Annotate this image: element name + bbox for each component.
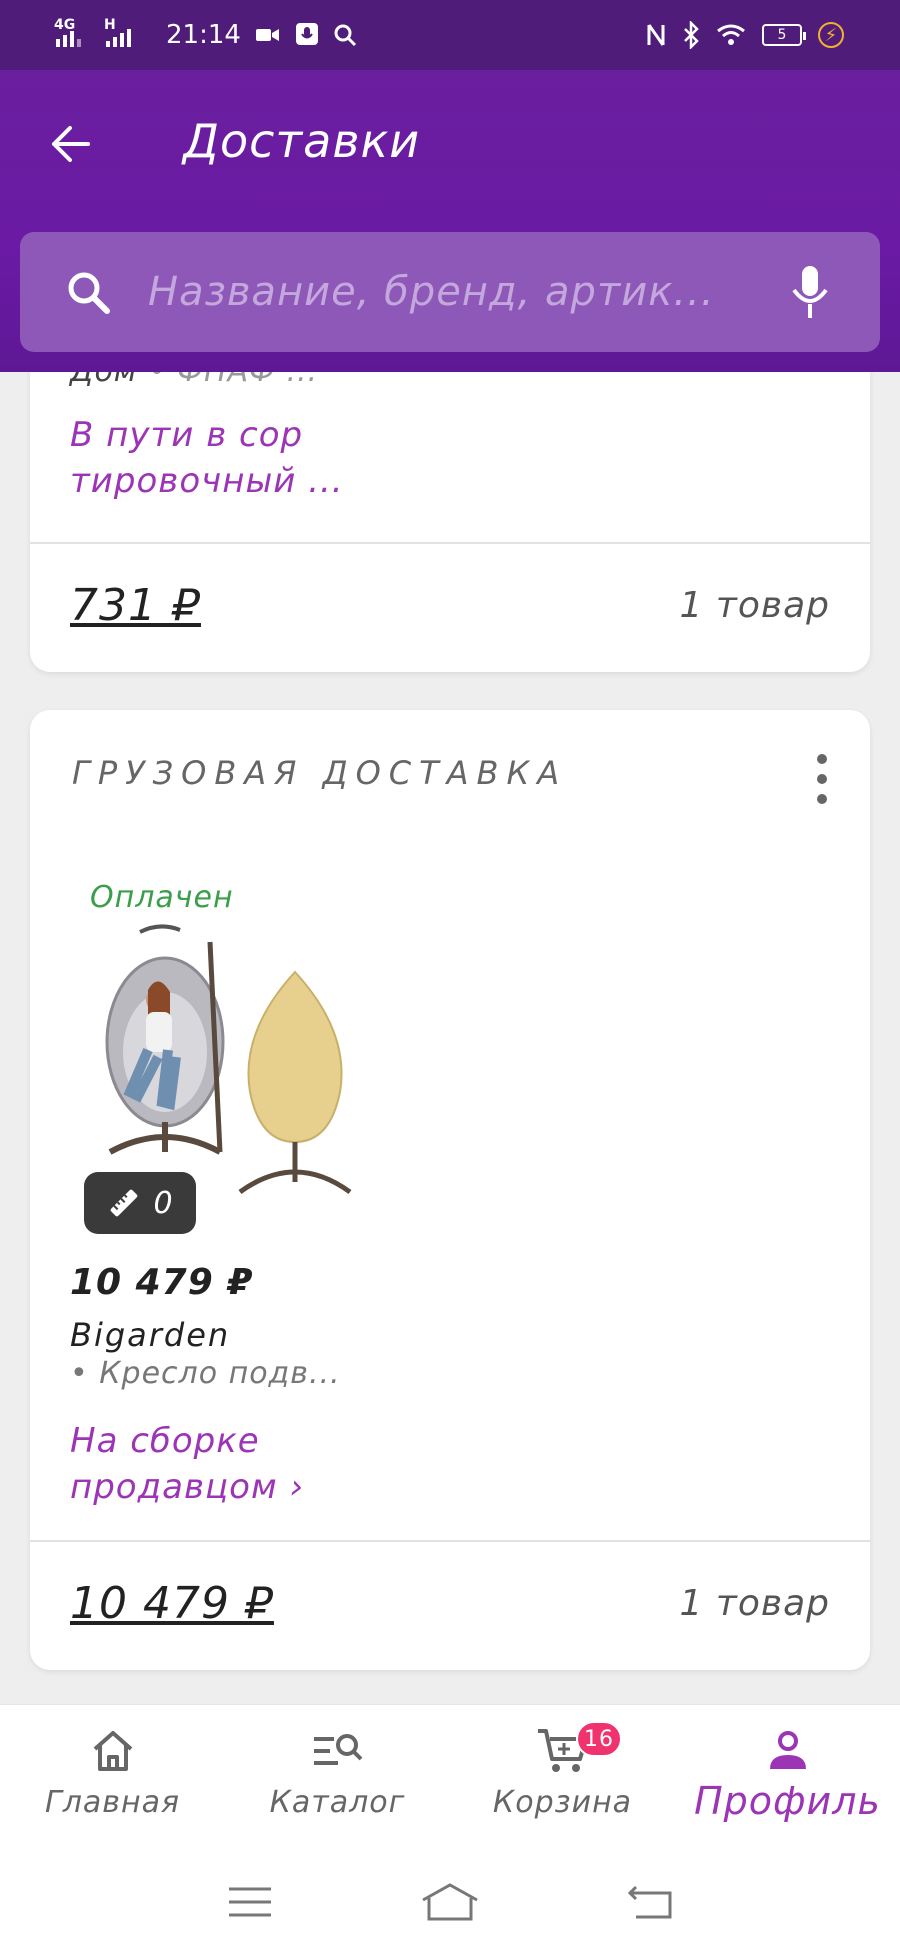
charging-icon: ⚡ bbox=[818, 22, 844, 48]
delivery-status-link[interactable]: В пути в сор тировочный ... bbox=[70, 412, 344, 504]
section-title: ГРУЗОВАЯ ДОСТАВКА bbox=[72, 754, 568, 792]
deliveries-list: Дом • ФНАФ ... В пути в сор тировочный .… bbox=[0, 372, 900, 1704]
home-system-button[interactable] bbox=[410, 1872, 490, 1932]
catalog-search-icon bbox=[313, 1734, 362, 1765]
back-button[interactable] bbox=[40, 114, 100, 174]
nav-cart[interactable]: 16 Корзина bbox=[450, 1705, 675, 1854]
app-bar: Доставки Название, бренд, артик... bbox=[0, 70, 900, 372]
video-camera-icon bbox=[255, 29, 279, 41]
microphone-icon bbox=[792, 266, 828, 318]
clock: 21:14 bbox=[166, 20, 241, 50]
more-vert-icon bbox=[817, 754, 827, 764]
divider bbox=[30, 1540, 870, 1542]
ruler-icon bbox=[111, 1189, 138, 1217]
signal-icon-2: H bbox=[104, 17, 140, 47]
back-icon bbox=[627, 1885, 672, 1919]
search-icon bbox=[68, 272, 110, 314]
menu-button[interactable] bbox=[210, 1872, 290, 1932]
nav-catalog[interactable]: Каталог bbox=[225, 1705, 450, 1854]
bottom-navigation: Главная Каталог 16 Корзина Профиль bbox=[0, 1704, 900, 1854]
microphone-notification-icon bbox=[295, 23, 318, 45]
delivery-meta: Дом • ФНАФ ... bbox=[70, 372, 318, 389]
cart-badge: 16 bbox=[576, 1721, 622, 1757]
product-name: • Кресло подв... bbox=[70, 1356, 341, 1391]
product-brand: Bigarden bbox=[70, 1316, 231, 1354]
product-image[interactable]: Оплачен 0 bbox=[70, 852, 370, 1248]
battery-icon: 5 bbox=[762, 24, 806, 46]
item-count: 1 товар bbox=[679, 585, 830, 626]
profile-icon bbox=[769, 1731, 806, 1769]
product-price: 10 479 ₽ bbox=[70, 1262, 254, 1303]
total-price[interactable]: 731 ₽ bbox=[70, 580, 201, 631]
nav-home[interactable]: Главная bbox=[0, 1705, 225, 1854]
screen: 4G H 21:14 5 ⚡ Доставки Название, бренд,… bbox=[0, 0, 900, 1950]
search-notification-icon bbox=[334, 24, 356, 47]
divider bbox=[30, 542, 870, 544]
home-icon bbox=[93, 1731, 132, 1771]
item-count: 1 товар bbox=[679, 1583, 830, 1624]
nfc-icon bbox=[647, 24, 665, 46]
signal-icon: 4G bbox=[54, 17, 82, 47]
total-row: 731 ₽ 1 товар bbox=[70, 580, 830, 631]
nav-profile[interactable]: Профиль bbox=[675, 1705, 900, 1854]
total-row: 10 479 ₽ 1 товар bbox=[70, 1578, 830, 1629]
delivery-card[interactable]: Дом • ФНАФ ... В пути в сор тировочный .… bbox=[30, 372, 870, 672]
delivery-card-freight: ГРУЗОВАЯ ДОСТАВКА Оплачен 0 10 479 ₽ Big… bbox=[30, 710, 870, 1670]
voice-search-button[interactable] bbox=[780, 264, 840, 320]
bluetooth-icon bbox=[684, 21, 699, 49]
menu-icon bbox=[229, 1887, 271, 1917]
page-title: Доставки bbox=[183, 114, 421, 168]
total-price[interactable]: 10 479 ₽ bbox=[70, 1578, 274, 1629]
system-navigation-bar bbox=[0, 1854, 900, 1950]
home-outline-icon bbox=[422, 1883, 478, 1921]
search-bar[interactable]: Название, бренд, артик... bbox=[20, 232, 880, 352]
status-bar: 4G H 21:14 5 ⚡ bbox=[0, 0, 900, 70]
back-system-button[interactable] bbox=[610, 1872, 690, 1932]
size-chip[interactable]: 0 bbox=[84, 1172, 196, 1234]
wifi-icon bbox=[717, 24, 745, 45]
delivery-status-link[interactable]: На сборке продавцом › bbox=[70, 1418, 304, 1510]
search-input[interactable]: Название, бренд, артик... bbox=[148, 269, 760, 315]
arrow-back-icon bbox=[52, 126, 90, 162]
more-options-button[interactable] bbox=[814, 754, 830, 804]
